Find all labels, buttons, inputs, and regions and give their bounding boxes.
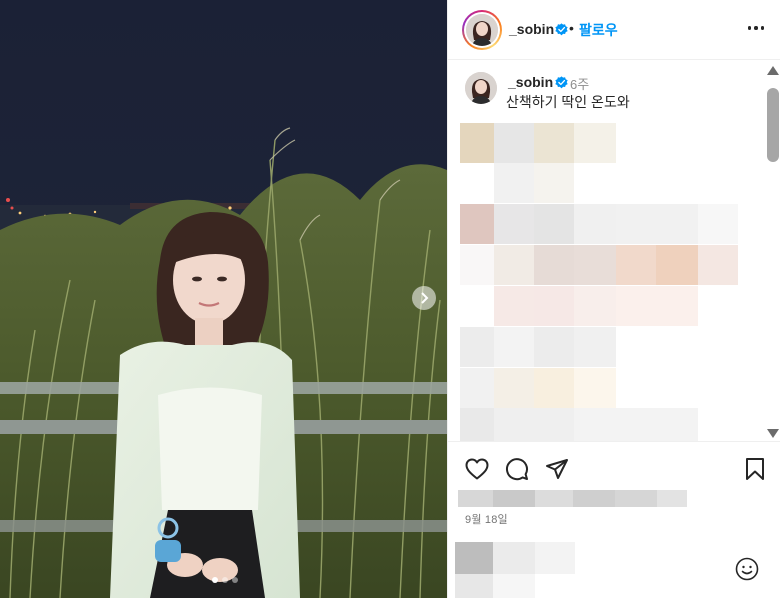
verified-badge-icon xyxy=(555,23,568,36)
verified-badge-icon xyxy=(555,76,568,89)
chevron-right-icon xyxy=(421,292,429,304)
post-actions: 9월 18일 xyxy=(448,441,780,598)
post-photo[interactable] xyxy=(0,0,447,598)
emoji-icon xyxy=(735,557,759,581)
caption-time[interactable]: 6주 xyxy=(570,74,589,93)
carousel-indicator xyxy=(212,577,238,583)
comment-icon xyxy=(506,458,528,481)
bookmark-icon xyxy=(746,458,764,480)
comments-section: _sobin 6주 산책하기 딱인 온도와 xyxy=(448,61,780,441)
caption-username[interactable]: _sobin xyxy=(508,74,553,90)
heart-icon xyxy=(465,458,489,480)
photo-image xyxy=(0,0,447,598)
more-options-icon[interactable] xyxy=(746,18,766,38)
scroll-up-arrow-icon[interactable] xyxy=(767,66,779,75)
like-button[interactable] xyxy=(464,456,490,482)
carousel-dot xyxy=(222,577,228,583)
follow-button[interactable]: 팔로우 xyxy=(579,20,618,40)
carousel-dot xyxy=(212,577,218,583)
save-button[interactable] xyxy=(742,456,768,482)
post-header: _sobin • 팔로우 xyxy=(448,0,780,60)
post-side-panel: _sobin • 팔로우 _sobin 6주 산책하기 딱인 온도와 9월 18… xyxy=(447,0,780,598)
post-date[interactable]: 9월 18일 xyxy=(465,511,508,527)
scroll-down-arrow-icon[interactable] xyxy=(767,429,779,438)
avatar[interactable] xyxy=(462,10,502,50)
caption-text: 산책하기 딱인 온도와 xyxy=(506,94,630,110)
header-separator: • xyxy=(569,20,574,36)
emoji-button[interactable] xyxy=(735,557,761,583)
carousel-dot xyxy=(232,577,238,583)
caption-avatar[interactable] xyxy=(465,72,497,104)
share-button[interactable] xyxy=(544,456,570,482)
comment-button[interactable] xyxy=(504,456,530,482)
header-username[interactable]: _sobin xyxy=(509,21,554,37)
comments-scrollbar[interactable] xyxy=(766,66,780,438)
next-photo-button[interactable] xyxy=(412,286,436,310)
avatar-image xyxy=(466,14,498,46)
avatar-image xyxy=(465,72,497,104)
scrollbar-thumb[interactable] xyxy=(767,88,779,162)
send-icon xyxy=(546,459,568,479)
